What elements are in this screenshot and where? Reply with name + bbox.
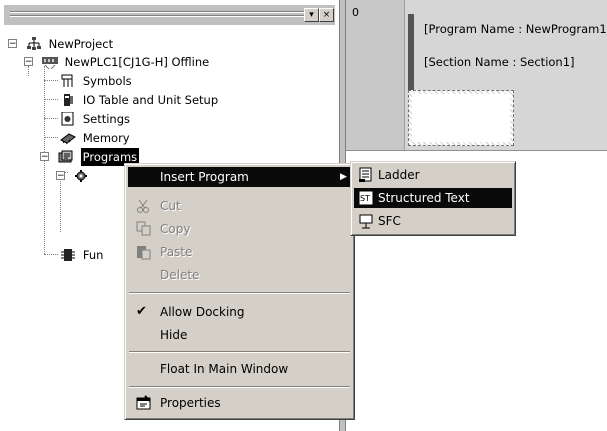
collapse-toggle[interactable]: − — [24, 57, 33, 67]
plc-device-icon — [41, 56, 58, 69]
menu-separator — [129, 351, 350, 353]
tree-label-settings: Settings — [82, 111, 130, 126]
tree-item-settings[interactable]: Settings — [60, 109, 130, 127]
submenu-item-sfc[interactable]: SFC — [354, 211, 512, 231]
program-gear-icon — [74, 169, 87, 182]
structured-text-icon: ST — [358, 190, 374, 206]
settings-icon — [61, 111, 74, 125]
menu-separator — [129, 292, 350, 294]
collapse-toggle[interactable]: − — [40, 152, 49, 162]
tree-item-project[interactable]: − NewProject — [8, 34, 113, 52]
rung-comment-box[interactable]: [Program Name : NewProgram1] [Section Na… — [414, 14, 607, 90]
io-table-icon — [64, 93, 73, 106]
menu-item-paste[interactable]: Paste — [128, 242, 351, 262]
network-project-icon — [26, 36, 41, 50]
ladder-icon — [359, 167, 372, 182]
tree-item-function-blocks[interactable]: Fun — [60, 245, 103, 263]
svg-text:ST: ST — [360, 194, 370, 203]
empty-rung-cell-inner — [412, 94, 510, 142]
tree-label-io-table: IO Table and Unit Setup — [82, 92, 219, 107]
tree-label-function-blocks: Fun — [82, 247, 104, 262]
tree-item-memory[interactable]: Memory — [60, 128, 130, 146]
collapse-toggle[interactable]: − — [8, 39, 17, 49]
collapse-toggle[interactable]: − — [56, 171, 65, 181]
tree-item-symbols[interactable]: Symbols — [60, 71, 132, 89]
submenu-item-ladder[interactable]: Ladder — [354, 165, 512, 185]
checkmark-icon: ✔ — [136, 304, 147, 319]
menu-item-hide[interactable]: Hide — [128, 325, 351, 345]
copy-icon — [136, 221, 151, 236]
menu-item-insert-program[interactable]: Insert Program ▶ — [128, 167, 351, 187]
insert-program-submenu: Ladder ST Structured Text SFC — [350, 161, 516, 236]
scissors-icon — [137, 199, 149, 213]
close-pane-button[interactable]: × — [319, 8, 334, 22]
tree-item-plc[interactable]: − NewPLC1[CJ1G-H] Offline — [24, 52, 209, 70]
menu-item-float-in-main-window[interactable]: Float In Main Window — [128, 359, 351, 379]
submenu-item-structured-text[interactable]: ST Structured Text — [354, 188, 512, 208]
menu-item-copy[interactable]: Copy — [128, 219, 351, 239]
tree-label-plc: NewPLC1[CJ1G-H] Offline — [64, 54, 210, 69]
pin-button[interactable]: ▾ — [304, 8, 319, 22]
menu-item-cut[interactable]: Cut — [128, 196, 351, 216]
memory-chip-icon — [60, 132, 76, 144]
tree-label-project: NewProject — [48, 36, 114, 51]
tree-item-io-table[interactable]: IO Table and Unit Setup — [60, 90, 218, 108]
menu-item-delete[interactable]: Delete — [128, 265, 351, 285]
context-menu: Insert Program ▶ Cut Copy Paste Delete ✔… — [124, 163, 355, 420]
tree-label-symbols: Symbols — [82, 73, 132, 88]
paste-icon — [137, 246, 151, 260]
symbols-icon — [61, 74, 73, 87]
menu-item-properties[interactable]: Properties — [128, 393, 351, 413]
section-name-text: [Section Name : Section1] — [424, 55, 575, 69]
program-name-text: [Program Name : NewProgram1] — [424, 22, 607, 36]
rung-number-gutter — [346, 0, 405, 150]
programs-folder-icon — [58, 150, 73, 162]
menu-separator — [129, 386, 350, 388]
tree-item-program-child[interactable]: − — [56, 166, 93, 184]
menu-item-allow-docking[interactable]: ✔ Allow Docking — [128, 302, 351, 322]
submenu-arrow-icon: ▶ — [340, 172, 347, 182]
tree-label-memory: Memory — [82, 130, 130, 145]
rung-number: 0 — [352, 6, 359, 19]
sfc-icon — [359, 214, 373, 229]
properties-icon — [136, 395, 151, 410]
pane-titlebar[interactable]: ▾ × — [4, 5, 335, 25]
function-block-icon — [61, 248, 75, 261]
